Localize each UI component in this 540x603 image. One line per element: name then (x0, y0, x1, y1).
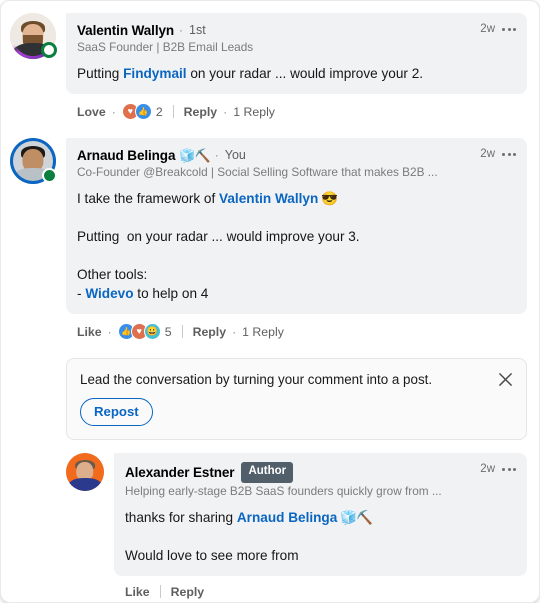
more-options-icon[interactable] (502, 26, 516, 33)
mention-link[interactable]: Findymail (123, 66, 186, 81)
avatar-alexander-estner[interactable] (66, 453, 104, 492)
text-run: Other tools: (77, 267, 148, 282)
avatar-illustration (66, 453, 104, 492)
actions-separator: · (107, 324, 112, 339)
presence-indicator-icon (41, 42, 57, 58)
comment-text-line: Would love to see more from (125, 546, 516, 565)
comment-alexander-estner: Alexander Estner Author Helping early-st… (1, 440, 539, 602)
close-icon[interactable] (494, 368, 516, 390)
actions-divider (159, 585, 161, 599)
repost-promo-wrapper: Lead the conversation by turning your co… (1, 344, 539, 441)
actions-divider (172, 105, 174, 118)
comment-bubble: Valentin Wallyn · 1st SaaS Founder | B2B… (66, 13, 527, 94)
commenter-headline: SaaS Founder | B2B Email Leads (77, 40, 254, 54)
commenter-identity: Arnaud Belinga 🧊⛏️ · You (77, 147, 470, 164)
actions-separator-2: · (223, 104, 228, 119)
like-button[interactable]: Like (77, 325, 102, 339)
text-run: Putting on your radar ... would improve … (77, 229, 360, 244)
mention-link[interactable]: Valentin Wallyn (219, 191, 318, 206)
author-badge: Author (241, 462, 294, 483)
comment-timestamp: 2w (480, 23, 495, 35)
reply-button[interactable]: Reply (171, 585, 205, 599)
comment-valentin-wallyn: Valentin Wallyn · 1st SaaS Founder | B2B… (1, 1, 539, 124)
commenter-identity: Alexander Estner Author (125, 462, 470, 483)
inline-emoji-icon: 🧊⛏️ (337, 509, 373, 525)
text-run: I take the framework of (77, 191, 220, 206)
comment-text: thanks for sharing Arnaud Belinga 🧊⛏️ Wo… (125, 508, 516, 565)
comment-bubble: Alexander Estner Author Helping early-st… (114, 453, 527, 576)
comment-text-blank-line (125, 527, 516, 546)
mention-link[interactable]: Widevo (85, 286, 133, 301)
comment-text-line: - Widevo to help on 4 (77, 284, 516, 303)
reaction-count: 5 (164, 324, 172, 339)
reply-button[interactable]: Reply (184, 105, 218, 119)
commenter-headline: Co-Founder @Breakcold | Social Selling S… (77, 165, 438, 179)
name-separator: · (214, 148, 219, 162)
replies-count-link[interactable]: 1 Reply (233, 105, 275, 119)
comment-text: I take the framework of Valentin Wallyn … (77, 189, 516, 303)
comment-text-line: Putting Findymail on your radar ... woul… (77, 64, 516, 83)
connection-degree: 1st (189, 23, 206, 37)
more-options-icon[interactable] (502, 151, 516, 158)
comment-body-column: Arnaud Belinga 🧊⛏️ · You Co-Founder @Bre… (66, 138, 527, 344)
repost-promo: Lead the conversation by turning your co… (66, 358, 527, 441)
comment-text-line: thanks for sharing Arnaud Belinga 🧊⛏️ (125, 508, 516, 527)
text-run: on your radar ... would improve your 2. (186, 66, 424, 81)
presence-indicator-icon (42, 168, 57, 183)
comment-text-line: I take the framework of Valentin Wallyn … (77, 189, 516, 208)
comment-text-line: Other tools: (77, 265, 516, 284)
repost-button[interactable]: Repost (80, 398, 153, 427)
commenter-headline: Helping early-stage B2B SaaS founders qu… (125, 483, 442, 498)
commenter-name[interactable]: Alexander Estner (125, 464, 235, 481)
actions-separator: · (111, 104, 116, 119)
comment-actions: Love · ♥ 👍 2 Reply · 1 Reply (66, 94, 527, 124)
comment-actions: Like · 👍 ♥ 😀 5 Reply · 1 Reply (66, 314, 527, 344)
funny-reaction-icon: 😀 (143, 323, 161, 340)
commenter-name[interactable]: Arnaud Belinga (77, 147, 175, 164)
commenter-name[interactable]: Valentin Wallyn (77, 22, 174, 39)
name-separator: · (179, 23, 184, 37)
comment-actions: Like Reply (114, 576, 527, 602)
name-emoji-icon: 🧊⛏️ (179, 148, 210, 163)
comment-timestamp: 2w (480, 148, 495, 160)
comments-thread-card: Valentin Wallyn · 1st SaaS Founder | B2B… (0, 0, 540, 603)
comment-body-column: Alexander Estner Author Helping early-st… (114, 453, 527, 602)
mention-link[interactable]: Arnaud Belinga (237, 510, 337, 525)
repost-promo-text: Lead the conversation by turning your co… (80, 372, 433, 387)
actions-separator-2: · (232, 324, 237, 339)
like-button[interactable]: Love (77, 105, 106, 119)
like-reaction-icon: 👍 (134, 103, 152, 120)
comment-arnaud-belinga: Arnaud Belinga 🧊⛏️ · You Co-Founder @Bre… (1, 124, 539, 344)
connection-degree: You (224, 148, 246, 162)
text-run: Putting (77, 66, 124, 81)
commenter-identity: Valentin Wallyn · 1st (77, 22, 470, 39)
reaction-count: 2 (155, 104, 163, 119)
reply-button[interactable]: Reply (193, 325, 227, 339)
text-run: Would love to see more from (125, 547, 299, 563)
avatar-arnaud-belinga[interactable] (10, 138, 57, 184)
reactions-summary[interactable]: 👍 ♥ 😀 (117, 323, 161, 340)
inline-emoji-icon: 😎 (318, 191, 338, 206)
more-options-icon[interactable] (502, 466, 516, 473)
text-run: thanks for sharing (125, 509, 237, 525)
like-button[interactable]: Like (125, 585, 150, 599)
comment-bubble: Arnaud Belinga 🧊⛏️ · You Co-Founder @Bre… (66, 138, 527, 314)
comment-body-column: Valentin Wallyn · 1st SaaS Founder | B2B… (66, 13, 527, 124)
avatar-image[interactable] (66, 453, 104, 492)
comment-timestamp: 2w (480, 463, 495, 476)
reactions-summary[interactable]: ♥ 👍 (121, 103, 152, 120)
comment-text-blank-line (77, 246, 516, 265)
avatar-valentin-wallyn[interactable] (10, 13, 57, 59)
comment-text: Putting Findymail on your radar ... woul… (77, 64, 516, 83)
text-run: to help on 4 (133, 286, 209, 301)
comment-text-line: Putting on your radar ... would improve … (77, 227, 516, 246)
replies-count-link[interactable]: 1 Reply (242, 325, 284, 339)
actions-divider (181, 325, 183, 338)
comment-text-blank-line (77, 208, 516, 227)
